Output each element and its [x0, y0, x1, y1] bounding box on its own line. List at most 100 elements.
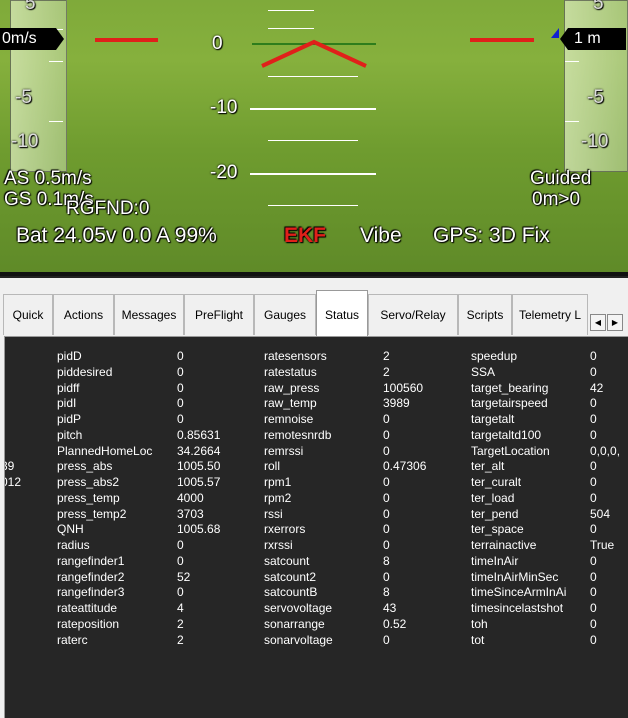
status-field-value: 4	[177, 601, 184, 615]
status-field-value: 0	[383, 475, 390, 489]
status-field-name: pidD	[57, 349, 82, 363]
tab-scroll-right-icon[interactable]: ▶	[607, 314, 623, 331]
status-field-name: rpm1	[264, 475, 292, 489]
status-field-name: satcountB	[264, 585, 318, 600]
status-field-value: 4000	[177, 490, 204, 505]
status-field-value: 0	[590, 585, 597, 600]
status-field-name: ter_pend	[471, 506, 519, 521]
status-field-name: speedup	[471, 349, 518, 363]
status-field-name: sonarrange	[264, 616, 325, 631]
status-field-value: 2	[177, 616, 184, 631]
rangefinder-text: RGFND:0	[66, 198, 150, 219]
status-field-name: rssi	[264, 506, 283, 521]
status-field-value: 3989	[383, 396, 410, 411]
speed-tape: 5 -5 -10	[10, 0, 67, 172]
tab-quick[interactable]: Quick	[3, 294, 53, 335]
status-field-name: rangefinder2	[57, 569, 125, 584]
speed-tape-tick	[49, 121, 63, 122]
vertical-speed-indicator-icon	[551, 28, 559, 38]
tab-messages[interactable]: Messages	[114, 294, 184, 335]
status-partial-value: 012	[5, 475, 22, 489]
status-field-name: rxerrors	[264, 522, 306, 537]
status-field-name: QNH	[57, 522, 84, 537]
status-field-name: remotesnrdb	[264, 427, 332, 442]
status-field-value: 52	[177, 569, 191, 584]
airspeed-text: AS 0.5m/s	[4, 168, 92, 189]
status-field-value: 1005.50	[177, 459, 221, 474]
speed-tape-num: 5	[25, 0, 36, 14]
status-field-value: 100560	[383, 380, 424, 395]
status-field-name: raw_press	[264, 380, 320, 395]
right-reference-marker	[470, 38, 534, 42]
status-field-value: 0	[177, 364, 184, 379]
status-field-value: 34.2664	[177, 443, 221, 458]
battery-status: Bat 24.05v 0.0 A 99%	[16, 224, 217, 247]
pitch-tick	[268, 28, 314, 29]
status-field-value: 504	[590, 506, 611, 521]
alt-tape-num: 5	[593, 0, 604, 14]
hud: 0 -10 -20 5 -5 -10 0m/s 5 -5 -10 1 m AS …	[0, 0, 628, 274]
status-field-name: rxrssi	[264, 538, 293, 552]
tab-scripts[interactable]: Scripts	[458, 294, 512, 335]
status-field-value: 0	[590, 412, 597, 426]
status-field-name: timesincelastshot	[471, 601, 564, 615]
tab-bar: Quick Actions Messages PreFlight Gauges …	[0, 276, 628, 338]
status-field-value: 0	[177, 380, 184, 395]
status-field-name: remrssi	[264, 443, 304, 458]
tab-actions[interactable]: Actions	[53, 294, 114, 335]
tab-scroll-left-icon[interactable]: ◀	[590, 314, 606, 331]
ekf-status-button[interactable]: EKF	[284, 224, 326, 248]
status-field-name: ratesensors	[264, 349, 327, 363]
status-field-name: rpm2	[264, 490, 292, 505]
speed-tape-tick	[49, 61, 63, 62]
status-field-value: 43	[383, 601, 397, 615]
altitude-tape: 5 -5 -10	[564, 0, 628, 172]
status-field-value: 3703	[177, 506, 204, 521]
status-field-value: 0	[383, 632, 390, 647]
vibe-status-button[interactable]: Vibe	[360, 224, 402, 248]
status-field-name: pitch	[57, 427, 83, 442]
status-field-name: timeSinceArmInAi	[471, 585, 567, 600]
status-field-name: satcount	[264, 553, 310, 568]
status-field-name: servovoltage	[264, 601, 333, 615]
status-field-value: 0	[383, 538, 390, 552]
status-field-name: rangefinder1	[57, 553, 125, 568]
status-field-value: 0	[590, 475, 597, 489]
status-panel: pidD 0 piddesired 0 pidff 0 pidI 0 pidP 0 pitch 0.8…	[4, 336, 628, 718]
status-field-name: TargetLocation	[471, 443, 550, 458]
status-field-value: 0	[383, 490, 390, 505]
status-field-value: 2	[383, 349, 390, 363]
altitude-box-value: 1 m	[574, 30, 601, 47]
status-field-name: target_bearing	[471, 380, 549, 395]
status-field-name: raterc	[57, 632, 88, 647]
status-field-name: roll	[264, 459, 281, 474]
pitch-tick	[268, 10, 314, 11]
status-field-value: 0	[177, 538, 184, 552]
tab-servo-relay[interactable]: Servo/Relay	[368, 294, 458, 335]
status-field-name: piddesired	[57, 364, 113, 379]
status-field-name: pidP	[57, 412, 82, 426]
status-field-name: raw_temp	[264, 396, 317, 411]
status-field-value: 0	[177, 396, 184, 411]
status-field-value: 8	[383, 585, 390, 600]
pitch-tick	[268, 205, 358, 206]
speed-tape-num: -5	[15, 87, 32, 108]
tab-gauges[interactable]: Gauges	[254, 294, 316, 335]
aircraft-symbol-icon	[261, 39, 367, 68]
tab-telemetry-logs[interactable]: Telemetry L	[512, 294, 588, 335]
tab-preflight[interactable]: PreFlight	[184, 294, 254, 335]
status-field-value: 0	[383, 412, 390, 426]
pitch-label-minus20: -20	[210, 162, 238, 183]
speed-box-value: 0m/s	[2, 30, 37, 47]
pitch-tick	[268, 140, 358, 141]
status-field-value: 0,0,0,	[590, 443, 621, 458]
status-field-name: ter_space	[471, 522, 524, 537]
tab-status[interactable]: Status	[316, 290, 368, 338]
status-field-value: 0.85631	[177, 427, 221, 442]
status-field-name: satcount2	[264, 569, 317, 584]
pitch-label-minus10: -10	[210, 97, 238, 118]
status-field-name: remnoise	[264, 412, 314, 426]
status-field-name: ter_curalt	[471, 475, 522, 489]
alt-tape-tick	[565, 61, 579, 62]
status-field-value: 0	[590, 364, 597, 379]
